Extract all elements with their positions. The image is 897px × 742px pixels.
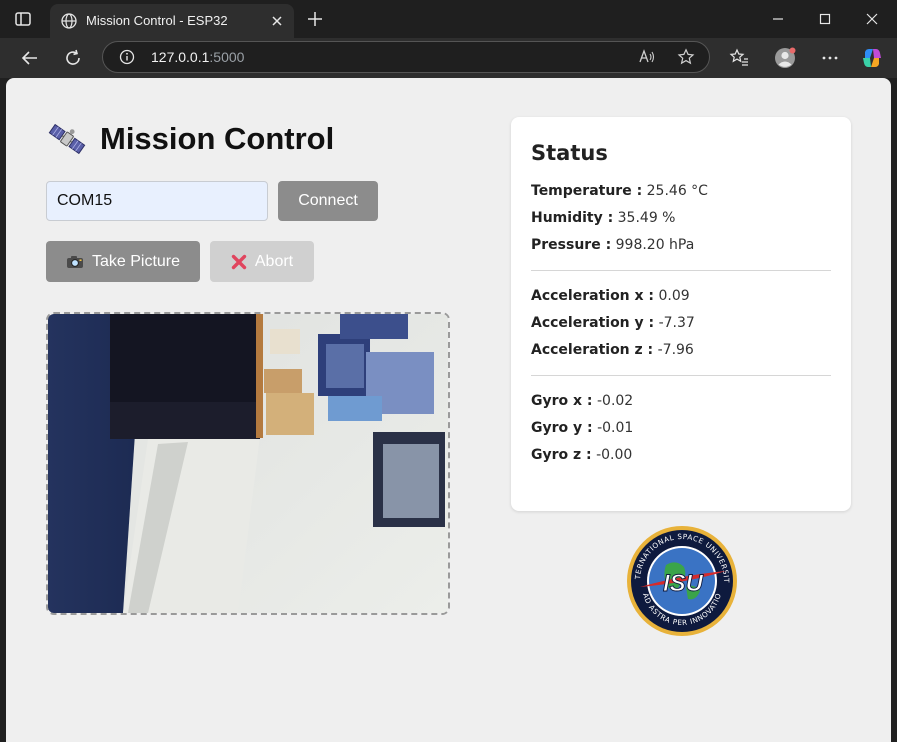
humidity-row: Humidity : 35.49 %: [531, 210, 676, 226]
address-bar[interactable]: 127.0.0.1:5000: [102, 41, 710, 73]
isu-logo: INTERNATIONAL SPACE UNIVERSITY AD ASTRA …: [626, 525, 737, 636]
status-panel: Status Temperature : 25.46 °C Humidity :…: [511, 117, 851, 511]
page-viewport: Mission Control Connect Take Picture Abo…: [6, 78, 891, 742]
logo-center-text: ISU: [663, 570, 704, 597]
status-heading: Status: [531, 141, 608, 165]
acceleration-z-value: -7.96: [657, 342, 694, 358]
browser-toolbar: 127.0.0.1:5000: [0, 38, 897, 78]
gyro-x-row: Gyro x : -0.02: [531, 393, 634, 409]
browser-tab[interactable]: Mission Control - ESP32: [50, 4, 294, 38]
connect-button[interactable]: Connect: [278, 181, 378, 221]
captured-photo: [48, 314, 448, 613]
divider: [531, 375, 831, 376]
acceleration-x-row: Acceleration x : 0.09: [531, 288, 690, 304]
abort-label: Abort: [254, 252, 294, 270]
favorites-icon[interactable]: [728, 47, 750, 69]
cross-mark-icon: [231, 254, 247, 269]
close-window-icon[interactable]: [862, 9, 882, 29]
url-text: 127.0.0.1:5000: [151, 49, 245, 65]
back-icon[interactable]: [19, 47, 41, 69]
pressure-row: Pressure : 998.20 hPa: [531, 237, 695, 253]
more-options-icon[interactable]: [819, 47, 841, 69]
minimize-icon[interactable]: [768, 9, 788, 29]
acceleration-x-value: 0.09: [658, 288, 690, 304]
gyro-z-row: Gyro z : -0.00: [531, 447, 633, 463]
camera-icon: [66, 255, 83, 268]
reload-icon[interactable]: [62, 47, 84, 69]
page-title: Mission Control: [100, 121, 335, 156]
acceleration-y-row: Acceleration y : -7.37: [531, 315, 695, 331]
maximize-icon[interactable]: [815, 9, 835, 29]
page-header: Mission Control: [48, 120, 334, 158]
browser-tab-strip: Mission Control - ESP32: [0, 0, 897, 38]
gyro-z-value: -0.00: [596, 447, 633, 463]
serial-port-input[interactable]: [46, 181, 268, 221]
take-picture-label: Take Picture: [91, 252, 181, 270]
abort-button[interactable]: Abort: [210, 241, 314, 282]
acceleration-z-row: Acceleration z : -7.96: [531, 342, 694, 358]
read-aloud-icon[interactable]: [638, 48, 656, 66]
site-info-icon[interactable]: [119, 49, 135, 65]
globe-icon: [61, 13, 77, 29]
new-tab-icon[interactable]: [306, 10, 324, 28]
tab-title: Mission Control - ESP32: [86, 13, 228, 28]
camera-capture-image: [46, 312, 450, 615]
pressure-value: 998.20 hPa: [615, 237, 695, 253]
humidity-value: 35.49 %: [617, 210, 676, 226]
profile-avatar-icon[interactable]: [774, 47, 796, 69]
favorite-star-icon[interactable]: [677, 48, 695, 66]
acceleration-y-value: -7.37: [658, 315, 695, 331]
temperature-row: Temperature : 25.46 °C: [531, 183, 708, 199]
close-tab-icon[interactable]: [270, 14, 284, 28]
connect-button-label: Connect: [298, 192, 358, 209]
satellite-icon: [48, 123, 86, 155]
temperature-value: 25.46 °C: [646, 183, 708, 199]
gyro-x-value: -0.02: [596, 393, 634, 409]
tab-actions-icon[interactable]: [14, 10, 32, 28]
gyro-y-row: Gyro y : -0.01: [531, 420, 634, 436]
divider: [531, 270, 831, 271]
copilot-icon[interactable]: [861, 47, 883, 69]
gyro-y-value: -0.01: [597, 420, 634, 436]
take-picture-button[interactable]: Take Picture: [46, 241, 200, 282]
